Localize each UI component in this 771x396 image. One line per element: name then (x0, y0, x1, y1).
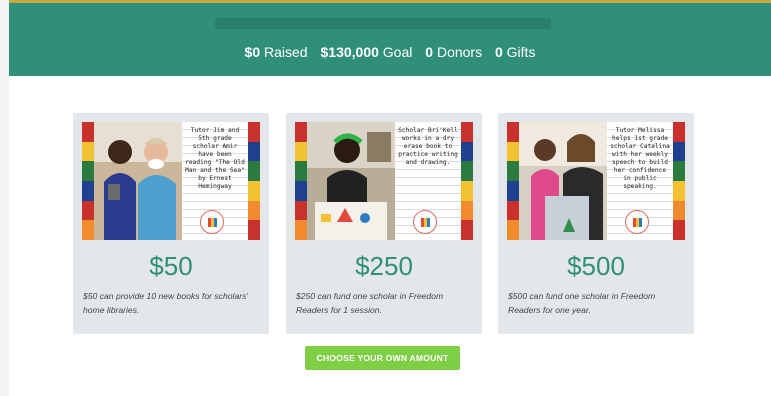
gift-amount: $50 (149, 251, 193, 281)
campaign-header: $0 Raised $130,000 Goal 0 Donors 0 Gifts (9, 0, 771, 76)
color-stripes-right (673, 122, 685, 240)
gift-description: $50 can provide 10 new books for scholar… (83, 291, 249, 315)
freedom-readers-logo (413, 210, 437, 234)
caption-text: Scholar Bri'Kell works in a dry erase bo… (398, 127, 458, 166)
page-left-edge (0, 0, 9, 396)
color-stripes-right (248, 122, 260, 240)
gift-card-image: Tutor Melissa helps 1st grade scholar Ca… (507, 122, 685, 240)
gifts-label: Gifts (506, 44, 536, 60)
donors-label: Donors (436, 44, 483, 60)
campaign-stats: $0 Raised $130,000 Goal 0 Donors 0 Gifts (9, 44, 771, 60)
goal-label: Goal (382, 44, 413, 60)
progress-bar (215, 18, 551, 29)
caption-text: Tutor Jim and 5th grade scholar Amir hav… (185, 127, 245, 190)
scholar-photo (307, 122, 395, 240)
color-stripes-left (507, 122, 519, 240)
tutor-scholar-photo (94, 122, 182, 240)
caption-text: Tutor Melissa helps 1st grade scholar Ca… (610, 127, 670, 190)
color-stripes-left (82, 122, 94, 240)
gifts-value: 0 (494, 44, 503, 60)
gift-card-image: Tutor Jim and 5th grade scholar Amir hav… (82, 122, 260, 240)
choose-amount-button[interactable]: CHOOSE YOUR OWN AMOUNT (305, 346, 460, 370)
goal-value: $130,000 (320, 44, 379, 60)
raised-label: Raised (264, 44, 308, 60)
donors-value: 0 (425, 44, 434, 60)
tutor-scholar-photo (519, 122, 607, 240)
gift-card-250[interactable]: Scholar Bri'Kell works in a dry erase bo… (286, 113, 482, 334)
freedom-readers-logo (625, 210, 649, 234)
gift-description: $250 can fund one scholar in Freedom Rea… (296, 291, 444, 315)
color-stripes-left (295, 122, 307, 240)
raised-value: $0 (244, 44, 261, 60)
gift-card-image: Scholar Bri'Kell works in a dry erase bo… (295, 122, 473, 240)
color-stripes-right (461, 122, 473, 240)
gift-card-500[interactable]: Tutor Melissa helps 1st grade scholar Ca… (498, 113, 694, 334)
freedom-readers-logo (200, 210, 224, 234)
gift-description: $500 can fund one scholar in Freedom Rea… (508, 291, 656, 315)
gift-amount: $500 (567, 251, 625, 281)
gift-amount: $250 (355, 251, 413, 281)
gift-card-50[interactable]: Tutor Jim and 5th grade scholar Amir hav… (73, 113, 269, 334)
